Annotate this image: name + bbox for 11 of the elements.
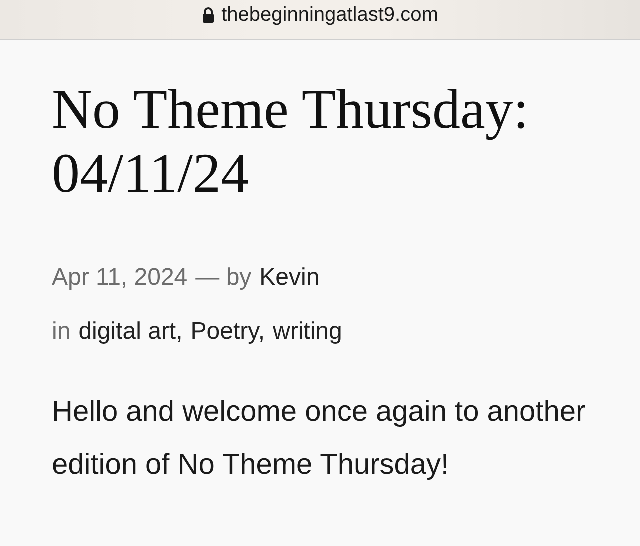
address-bar[interactable]: thebeginningatlast9.com — [0, 0, 640, 40]
category-link[interactable]: digital art, — [78, 318, 183, 346]
category-link[interactable]: Poetry, — [190, 318, 265, 346]
post-date: Apr 11, 2024 — [52, 264, 188, 292]
category-link[interactable]: writing — [273, 318, 342, 346]
post-paragraph: Hello and welcome once again to another edition of No Theme Thursday! — [52, 395, 587, 483]
url-text: thebeginningatlast9.com — [222, 4, 438, 26]
categories-label: in — [52, 318, 71, 346]
byline-text: — by — [196, 264, 252, 292]
post-title: No Theme Thursday: 04/11/24 — [52, 78, 530, 206]
author-link[interactable]: Kevin — [260, 264, 320, 292]
